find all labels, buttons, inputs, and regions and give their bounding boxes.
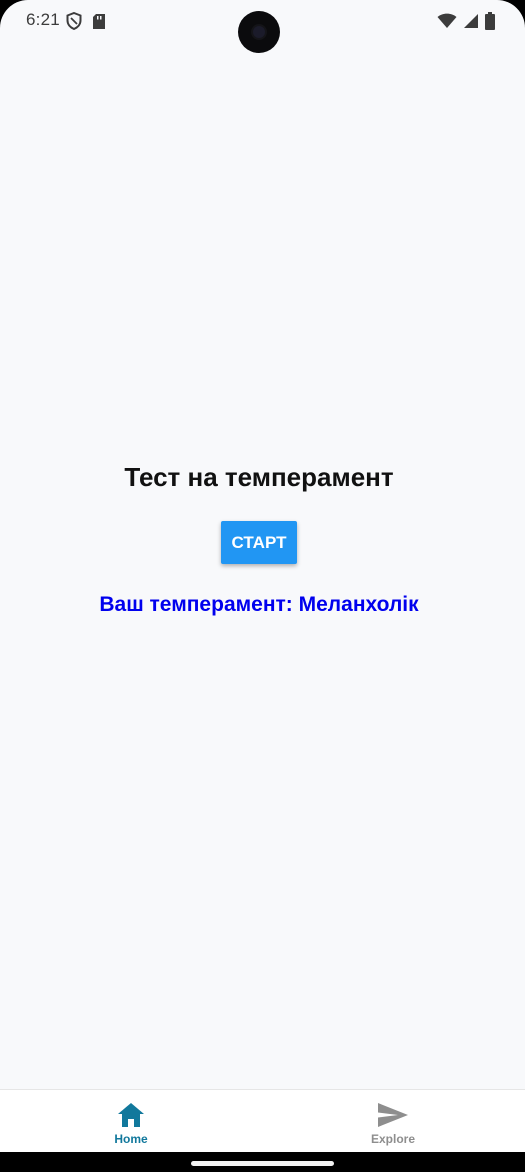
status-left-icons: [66, 11, 106, 35]
main-content: Тест на темперамент СТАРТ Ваш темперамен…: [0, 44, 525, 1089]
tab-home[interactable]: Home: [0, 1090, 262, 1152]
start-button[interactable]: СТАРТ: [221, 521, 297, 564]
tab-explore[interactable]: Explore: [262, 1090, 524, 1152]
result-text: Ваш темперамент: Меланхолік: [99, 593, 419, 616]
shield-icon: [66, 11, 82, 35]
home-icon: [116, 1101, 146, 1129]
status-right-icons: [437, 12, 495, 35]
tab-explore-label: Explore: [370, 1132, 415, 1146]
bottom-navigation: Home Explore: [0, 1089, 525, 1152]
status-bar: 6:21: [0, 0, 525, 53]
wifi-icon: [437, 13, 457, 34]
send-icon: [376, 1101, 410, 1129]
sd-card-icon: [92, 13, 106, 35]
cell-signal-icon: [463, 13, 479, 34]
tab-home-label: Home: [114, 1132, 148, 1146]
status-time: 6:21: [26, 10, 60, 29]
app-screen: 6:21 Тест на темперамент СТАРТ Ваш темпе…: [0, 0, 525, 1152]
gesture-handle[interactable]: [191, 1161, 334, 1166]
page-title: Тест на темперамент: [124, 462, 394, 492]
battery-icon: [485, 12, 495, 35]
